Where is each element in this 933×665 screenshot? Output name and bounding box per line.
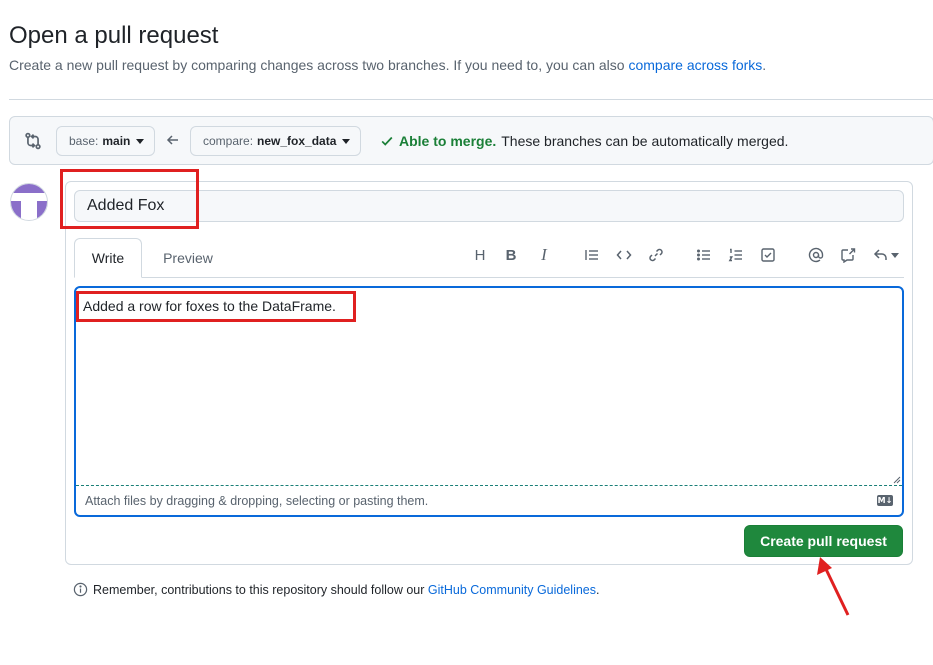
- compare-branch-dropdown[interactable]: compare: new_fox_data: [190, 126, 362, 156]
- merge-detail: These branches can be automatically merg…: [501, 133, 789, 149]
- resize-handle-icon[interactable]: [893, 476, 901, 484]
- reply-icon[interactable]: [870, 244, 902, 266]
- compare-across-forks-link[interactable]: compare across forks: [628, 57, 762, 73]
- tab-preview[interactable]: Preview: [150, 238, 226, 278]
- attach-divider: [76, 485, 902, 486]
- tab-write[interactable]: Write: [74, 238, 142, 278]
- branch-range-bar: base: main compare: new_fox_data Able to m…: [9, 116, 933, 165]
- subtitle-period: .: [762, 57, 767, 73]
- avatar[interactable]: [10, 183, 48, 221]
- merge-status: Able to merge. These branches can be aut…: [380, 133, 788, 149]
- ordered-list-icon[interactable]: [725, 244, 747, 266]
- attach-files-hint[interactable]: Attach files by dragging & dropping, sel…: [85, 494, 428, 508]
- annotation-highlight-title: [60, 169, 199, 229]
- chevron-down-icon: [891, 252, 899, 258]
- heading-icon[interactable]: H: [469, 244, 491, 266]
- base-branch-name: main: [102, 134, 131, 148]
- compare-branch-name: new_fox_data: [257, 134, 337, 148]
- base-branch-dropdown[interactable]: base: main: [56, 126, 156, 156]
- markdown-icon[interactable]: M↓: [877, 495, 893, 506]
- chevron-down-icon: [136, 138, 145, 144]
- italic-icon[interactable]: I: [533, 244, 555, 266]
- page-title: Open a pull request: [9, 22, 219, 49]
- check-icon: [381, 136, 393, 146]
- bold-icon[interactable]: B: [500, 244, 522, 266]
- compare-label: compare:: [203, 134, 254, 148]
- info-icon: [73, 582, 88, 597]
- create-pull-request-button[interactable]: Create pull request: [744, 525, 903, 557]
- arrow-left-icon: [166, 135, 178, 145]
- cross-reference-icon[interactable]: [837, 244, 859, 266]
- link-icon[interactable]: [645, 244, 667, 266]
- merge-ok-label: Able to merge.: [399, 133, 497, 149]
- guidelines-period: .: [596, 583, 600, 597]
- unordered-list-icon[interactable]: [693, 244, 715, 266]
- task-list-icon[interactable]: [757, 244, 779, 266]
- page-subtitle: Create a new pull request by comparing c…: [9, 57, 766, 73]
- community-guidelines-link[interactable]: GitHub Community Guidelines: [428, 583, 596, 597]
- base-label: base:: [69, 134, 99, 148]
- guidelines-text: Remember, contributions to this reposito…: [93, 583, 428, 597]
- annotation-highlight-body: [76, 291, 356, 322]
- quote-icon[interactable]: [581, 244, 603, 266]
- annotation-arrow-icon: [817, 557, 850, 616]
- mention-icon[interactable]: [805, 244, 827, 266]
- divider: [9, 99, 933, 100]
- code-icon[interactable]: [613, 244, 635, 266]
- chevron-down-icon: [342, 138, 351, 144]
- git-compare-icon: [25, 132, 41, 150]
- subtitle-text: Create a new pull request by comparing c…: [9, 57, 629, 73]
- guidelines-note: Remember, contributions to this reposito…: [93, 583, 600, 597]
